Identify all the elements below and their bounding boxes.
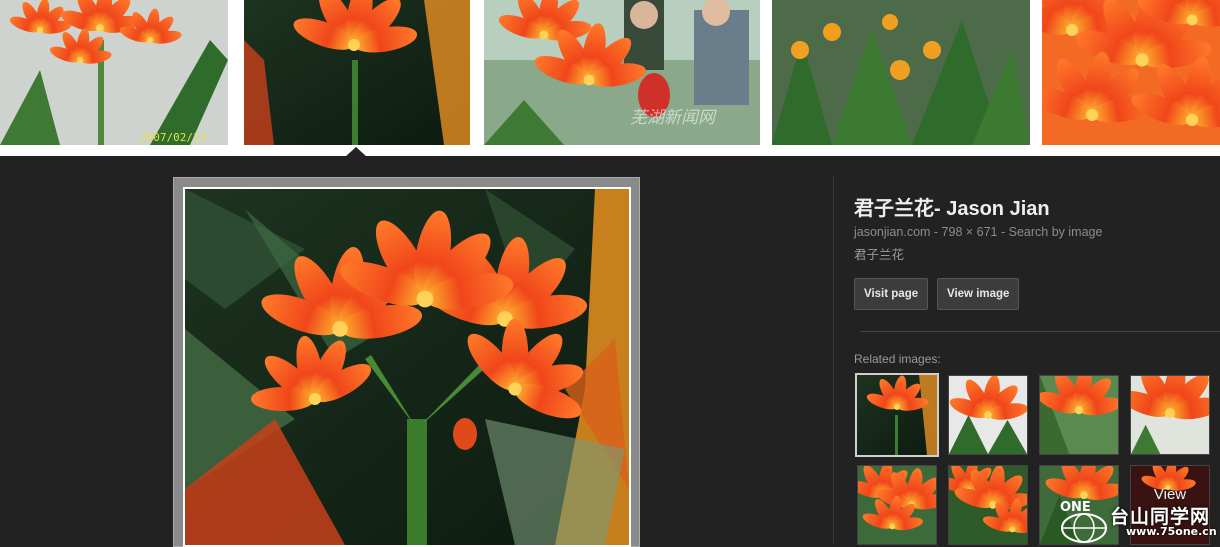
globe-icon — [1061, 513, 1107, 543]
result-thumbnail-1[interactable]: 2007/02/14 — [0, 0, 228, 145]
image-meta: jasonjian.com - 798 × 671 - Search by im… — [854, 225, 1220, 239]
image-dimensions: 798 × 671 — [941, 225, 998, 239]
source-site-link[interactable]: jasonjian.com — [854, 225, 930, 239]
section-divider — [860, 331, 1220, 332]
image-info-panel: 君子兰花- Jason Jian jasonjian.com - 798 × 6… — [854, 196, 1220, 263]
thumbnail-image — [0, 0, 228, 145]
watermark-url: www.75one.cn — [1126, 525, 1217, 538]
related-image-6[interactable] — [948, 465, 1028, 545]
image-results-strip: 2007/02/14 芜湖新闻网 — [0, 0, 1220, 157]
site-watermark-logo: ONE 台山同学网 www.75one.cn — [1060, 500, 1220, 545]
result-thumbnail-2-selected[interactable] — [244, 0, 470, 145]
panel-divider — [833, 177, 834, 545]
related-image-1[interactable] — [855, 373, 939, 457]
thumbnail-image — [244, 0, 470, 145]
thumbnail-image — [1042, 0, 1220, 145]
related-thumbnail — [858, 466, 936, 544]
related-images-label: Related images: — [854, 352, 941, 366]
image-title: 君子兰花- Jason Jian — [854, 198, 1050, 220]
meta-separator: - — [997, 225, 1009, 239]
result-thumbnail-3[interactable]: 芜湖新闻网 — [484, 0, 760, 145]
preview-image-border — [183, 187, 631, 547]
related-thumbnail — [1040, 376, 1118, 454]
related-image-2[interactable] — [948, 375, 1028, 455]
search-by-image-link[interactable]: Search by image — [1009, 225, 1103, 239]
related-image-4[interactable] — [1130, 375, 1210, 455]
selection-caret-icon — [345, 147, 367, 157]
result-thumbnail-4[interactable] — [772, 0, 1030, 145]
result-thumbnail-5[interactable] — [1042, 0, 1220, 145]
meta-separator: - — [930, 225, 942, 239]
preview-image-frame[interactable] — [173, 177, 640, 547]
view-image-button[interactable]: View image — [937, 278, 1020, 310]
related-thumbnail — [857, 375, 937, 455]
related-thumbnail — [949, 376, 1027, 454]
image-description: 君子兰花 — [854, 248, 905, 262]
related-image-5[interactable] — [857, 465, 937, 545]
thumbnail-watermark: 芜湖新闻网 — [630, 108, 715, 128]
related-thumbnail — [949, 466, 1027, 544]
visit-page-button[interactable]: Visit page — [854, 278, 929, 310]
thumbnail-image — [772, 0, 1030, 145]
photo-datestamp: 2007/02/14 — [140, 131, 207, 144]
related-image-3[interactable] — [1039, 375, 1119, 455]
related-thumbnail — [1131, 376, 1209, 454]
preview-image[interactable] — [185, 189, 629, 545]
thumbnail-image — [484, 0, 760, 145]
